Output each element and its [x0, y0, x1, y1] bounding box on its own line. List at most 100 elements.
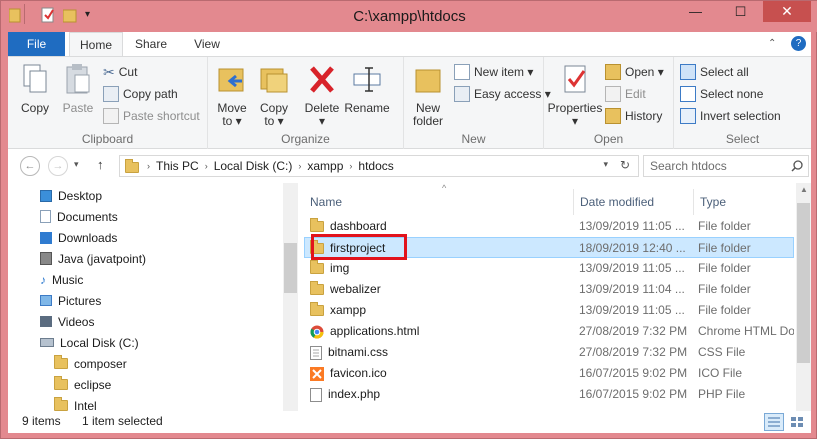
nav-item-label: Intel [74, 398, 97, 412]
file-row-favicon-ico[interactable]: favicon.ico 16/07/2015 9:02 PM ICO File [304, 363, 794, 384]
select-all-icon [680, 64, 696, 80]
nav-item-music[interactable]: ♪ Music [40, 269, 83, 290]
tab-share[interactable]: Share [125, 32, 177, 56]
nav-item-videos[interactable]: Videos [40, 311, 94, 332]
breadcrumb-this-pc[interactable]: This PC [152, 159, 203, 173]
file-type: CSS File [698, 345, 746, 359]
move-to-button[interactable]: Move to ▾ [212, 63, 252, 128]
history-button[interactable]: History [605, 106, 662, 126]
help-icon[interactable]: ? [791, 36, 806, 51]
highlight-box [311, 234, 407, 260]
nav-item-label: Java (javatpoint) [58, 251, 147, 266]
copy-button[interactable]: Copy [16, 63, 54, 115]
column-header-name[interactable]: Name [304, 189, 574, 215]
move-folder-icon [218, 68, 244, 92]
scroll-up-chevron-icon[interactable]: ▲ [800, 185, 808, 194]
refresh-icon[interactable]: ↻ [620, 158, 630, 172]
folder-icon [54, 397, 68, 411]
up-arrow-icon[interactable]: ↑ [97, 157, 104, 172]
tab-home[interactable]: Home [69, 32, 123, 56]
nav-item-desktop[interactable]: Desktop [40, 185, 102, 206]
pictures-icon [40, 295, 52, 306]
address-dropdown-chevron-icon[interactable]: ▾ [603, 159, 608, 170]
forward-arrow-icon[interactable]: → [48, 156, 68, 176]
file-list-scrollbar[interactable]: ▲ [796, 183, 811, 411]
invert-selection-icon [680, 108, 696, 124]
nav-item-composer[interactable]: composer [54, 353, 127, 374]
paste-shortcut-button[interactable]: Paste shortcut [103, 106, 200, 126]
file-name: xampp [330, 303, 367, 317]
copy-path-button[interactable]: Copy path [103, 84, 178, 104]
breadcrumb-local-disk[interactable]: Local Disk (C:) [210, 159, 297, 173]
new-group-label: New [461, 132, 486, 146]
cut-button[interactable]: ✂ Cut [103, 62, 137, 82]
large-icons-view-icon[interactable] [787, 413, 807, 431]
details-view-icon[interactable] [764, 413, 784, 431]
easy-access-button[interactable]: Easy access ▾ [454, 84, 551, 104]
breadcrumb-htdocs[interactable]: htdocs [354, 159, 397, 173]
file-row-img[interactable]: img 13/09/2019 11:05 ... File folder [304, 258, 794, 279]
copy-to-button[interactable]: Copy to ▾ [254, 63, 294, 128]
column-header-type[interactable]: Type [694, 189, 794, 215]
address-bar[interactable]: › This PC › Local Disk (C:) › xampp › ht… [119, 155, 639, 177]
edit-button[interactable]: Edit [605, 84, 646, 104]
delete-button[interactable]: Delete ▾ [302, 63, 342, 128]
nav-item-label: Downloads [58, 230, 118, 245]
select-all-button[interactable]: Select all [680, 62, 749, 82]
paste-shortcut-label: Paste shortcut [123, 109, 200, 123]
ribbon-collapse-chevron-icon[interactable]: ⌃ [768, 38, 776, 49]
nav-item-downloads[interactable]: Downloads [40, 227, 117, 248]
paste-button[interactable]: Paste [58, 63, 98, 115]
file-date: 16/07/2015 9:02 PM [579, 387, 688, 401]
nav-item-pictures[interactable]: Pictures [40, 290, 101, 311]
recent-locations-chevron-icon[interactable]: ▾ [74, 159, 79, 170]
rename-label: Rename [344, 101, 390, 115]
breadcrumb-separator-icon[interactable]: › [296, 161, 303, 171]
column-header-date[interactable]: Date modified [574, 189, 694, 215]
breadcrumb-separator-icon[interactable]: › [203, 161, 210, 171]
new-folder-button[interactable]: New folder [408, 63, 448, 128]
nav-item-eclipse[interactable]: eclipse [54, 374, 111, 395]
nav-item-documents[interactable]: Documents [40, 206, 118, 227]
file-row-bitnami-css[interactable]: bitnami.css 27/08/2019 7:32 PM CSS File [304, 342, 794, 363]
breadcrumb-xampp[interactable]: xampp [303, 159, 347, 173]
rename-button[interactable]: Rename [344, 63, 390, 115]
close-button[interactable]: ✕ [763, 1, 811, 22]
file-date: 13/09/2019 11:04 ... [579, 282, 685, 296]
minimize-button[interactable]: — [673, 1, 718, 22]
file-name: applications.html [330, 324, 420, 338]
file-type: File folder [698, 241, 751, 255]
breadcrumb-separator-icon[interactable]: › [347, 161, 354, 171]
nav-pane-scrollbar[interactable] [283, 183, 297, 411]
tab-view[interactable]: View [182, 32, 232, 56]
properties-button[interactable]: Properties ▾ [546, 63, 604, 128]
select-group-label: Select [725, 132, 760, 146]
select-none-label: Select none [700, 87, 764, 101]
file-row-applications-html[interactable]: applications.html 27/08/2019 7:32 PM Chr… [304, 321, 794, 342]
nav-item-label: Documents [57, 209, 118, 224]
new-item-button[interactable]: New item ▾ [454, 62, 533, 82]
file-row-webalizer[interactable]: webalizer 13/09/2019 11:04 ... File fold… [304, 279, 794, 300]
maximize-button[interactable]: ☐ [718, 1, 763, 22]
file-row-xampp[interactable]: xampp 13/09/2019 11:05 ... File folder [304, 300, 794, 321]
back-arrow-icon[interactable]: ← [20, 156, 40, 176]
nav-item-java[interactable]: Java (javatpoint) [40, 248, 146, 269]
search-input[interactable]: Search htdocs [650, 159, 727, 173]
file-list-scroll-thumb[interactable] [797, 203, 810, 363]
breadcrumb-separator-icon[interactable]: › [145, 161, 152, 171]
select-none-button[interactable]: Select none [680, 84, 763, 104]
nav-pane-scroll-thumb[interactable] [284, 243, 297, 293]
search-box[interactable]: Search htdocs [643, 155, 809, 177]
nav-item-label: Local Disk (C:) [60, 335, 139, 350]
folder-icon [54, 376, 68, 390]
paste-icon [66, 64, 90, 94]
easy-access-icon [454, 86, 470, 102]
invert-selection-button[interactable]: Invert selection [680, 106, 781, 126]
open-button[interactable]: Open ▾ [605, 62, 664, 82]
nav-item-local-disk[interactable]: Local Disk (C:) [40, 332, 139, 353]
nav-item-intel[interactable]: Intel [54, 395, 97, 411]
edit-label: Edit [625, 87, 646, 101]
folder-icon [310, 218, 324, 232]
file-row-index-php[interactable]: index.php 16/07/2015 9:02 PM PHP File [304, 384, 794, 405]
tab-file[interactable]: File [8, 32, 65, 56]
